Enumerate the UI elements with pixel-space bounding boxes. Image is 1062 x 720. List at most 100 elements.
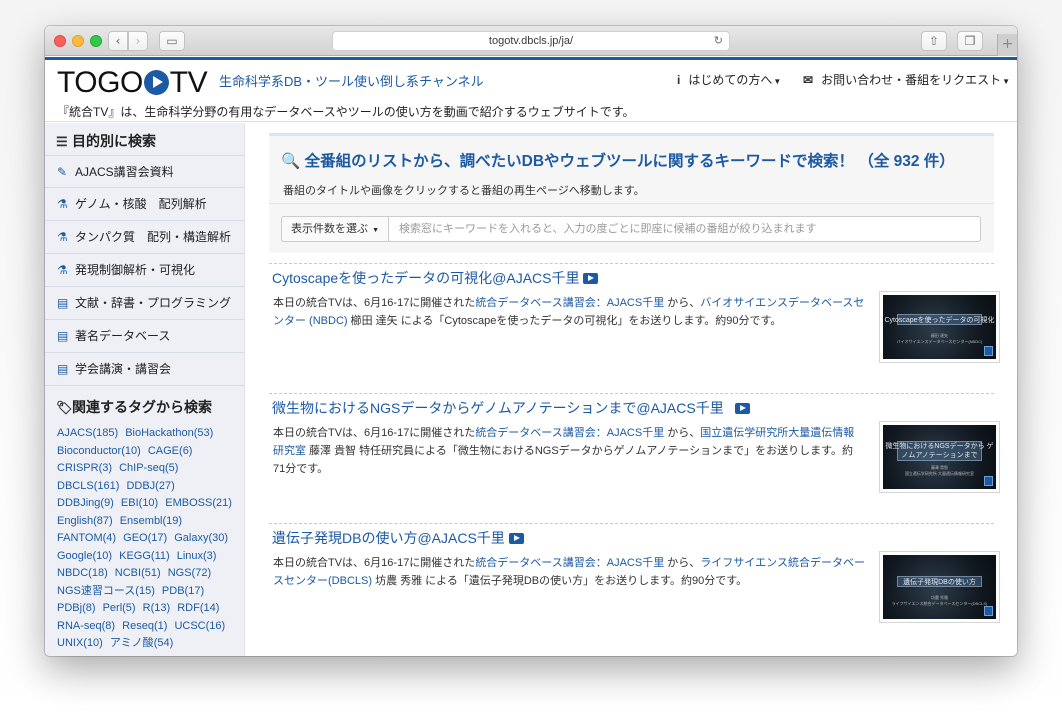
program-thumbnail[interactable]: 遺伝子発現DBの使い方 坊農 秀雅 ライフサイエンス統合データベースセンター(D… (879, 551, 1000, 623)
flask-icon: ⚗ (57, 263, 68, 277)
tag-count: (16) (205, 619, 226, 632)
search-input[interactable]: 検索窓にキーワードを入れると、入力の度ごとに即座に候補の番組が絞り込まれます (388, 216, 981, 242)
sidebar-item-literature[interactable]: ▤ 文献・辞書・プログラミング (45, 287, 245, 320)
sidebar-item-genome[interactable]: ⚗ ゲノム・核酸 配列解析 (45, 188, 245, 221)
sidebar-item-famous-db[interactable]: ▤ 著名データベース (45, 320, 245, 353)
tab-overview-button[interactable]: ❐ (957, 31, 983, 51)
program-thumbnail[interactable]: 微生物におけるNGSデータから ゲノムアノテーションまで 藤澤 貴智 国立遺伝学… (879, 421, 1000, 493)
address-bar[interactable]: togotv.dbcls.jp/ja/ ↻ (332, 31, 730, 51)
tag-link[interactable]: Google(10) (57, 548, 112, 566)
tag-count: (4) (102, 532, 117, 544)
tag-link[interactable]: FANTOM(4) (57, 530, 116, 548)
tag-link[interactable]: PDB(17) (162, 583, 204, 601)
tag-name: BioHackathon (125, 427, 194, 439)
site-header: TOGO TV 生命科学系DB・ツール使い倒し系チャンネル i はじめての方へ▼ ✉… (45, 60, 1017, 122)
tag-link[interactable]: GEO(17) (123, 530, 167, 548)
tag-name: NGS速習コース (57, 584, 136, 597)
tag-link[interactable]: DBCLS(161) (57, 478, 119, 496)
tag-link[interactable]: NGS(72) (168, 565, 211, 583)
tag-link[interactable]: AJACS(185) (57, 425, 118, 443)
tag-link[interactable]: BioHackathon(53) (125, 425, 213, 443)
minimize-window-button[interactable] (72, 35, 84, 47)
program-title-link[interactable]: 遺伝子発現DBの使い方@AJACS千里 (272, 528, 524, 548)
tag-link[interactable]: NGS速習コース(15) (57, 583, 155, 601)
tag-link[interactable]: English(87) (57, 513, 113, 531)
list-icon: ☰ (56, 134, 68, 149)
tag-link[interactable]: CRISPR(3) (57, 460, 112, 478)
tag-link[interactable]: KEGG(11) (119, 548, 170, 566)
logo-text-right: TV (169, 66, 208, 99)
tag-count: (8) (82, 602, 96, 614)
new-tab-button[interactable]: + (997, 34, 1017, 56)
back-button[interactable]: ‹ (108, 31, 128, 51)
tag-name: R (142, 602, 151, 614)
tag-link[interactable]: RDF(14) (177, 600, 219, 618)
sidebar-item-expression[interactable]: ⚗ 発現制御解析・可視化 (45, 254, 245, 287)
forward-button[interactable]: › (128, 31, 148, 51)
show-sidebar-button[interactable]: ▭ (159, 31, 185, 51)
tag-count: (161) (93, 479, 120, 492)
sidebar-item-protein[interactable]: ⚗ タンパク質 配列・構造解析 (45, 221, 245, 254)
tag-link[interactable]: DDBJ(27) (126, 478, 174, 496)
tag-link[interactable]: UCSC(16) (174, 618, 225, 636)
tag-cloud: AJACS(185) BioHackathon(53) Bioconductor… (57, 425, 241, 653)
program-title-link[interactable]: 微生物におけるNGSデータからゲノムアノテーションまで@AJACS千里 (272, 398, 750, 418)
nav-contact[interactable]: ✉ お問い合わせ・番組をリクエスト▼ (803, 71, 1010, 88)
tag-count: (21) (212, 497, 232, 509)
tag-link[interactable]: Reseq(1) (122, 618, 167, 636)
video-icon (583, 273, 599, 284)
event-link[interactable]: 統合データベース講習会：AJACS千里 (475, 557, 664, 569)
tag-count: (10) (83, 637, 103, 649)
tag-link[interactable]: CAGE(6) (148, 443, 193, 461)
tag-name: RNA-seq (57, 619, 102, 632)
event-link[interactable]: 統合データベース講習会：AJACS千里 (475, 297, 664, 309)
program-thumbnail[interactable]: Cytoscapeを使ったデータの可視化 櫛田 達矢 バイオサイエンスデータベー… (879, 291, 1000, 363)
tag-count: (87) (93, 514, 113, 527)
tag-link[interactable]: NBDC(18) (57, 565, 108, 583)
tag-count: (10) (138, 497, 159, 509)
tag-count: (5) (164, 462, 179, 474)
browser-window: ‹ › ▭ togotv.dbcls.jp/ja/ ↻ ⇧ ❐ + TOGO TV… (45, 26, 1017, 656)
tag-link[interactable]: NCBI(51) (115, 565, 161, 583)
sidebar-item-ajacs[interactable]: ✎ AJACS講習会資料 (45, 155, 245, 188)
tag-link[interactable]: RNA-seq(8) (57, 618, 115, 636)
reload-icon[interactable]: ↻ (714, 32, 723, 50)
sidebar-item-lectures[interactable]: ▤ 学会講演・講習会 (45, 353, 245, 386)
tag-count: (17) (147, 532, 168, 544)
caret-down-icon: ▼ (773, 77, 782, 86)
share-button[interactable]: ⇧ (921, 31, 947, 51)
program-title-link[interactable]: Cytoscapeを使ったデータの可視化@AJACS千里 (272, 268, 599, 288)
tag-link[interactable]: PDBj(8) (57, 600, 96, 618)
tag-count: (185) (92, 427, 119, 439)
tag-link[interactable]: EMBOSS(21) (165, 495, 232, 513)
nav-first-time[interactable]: i はじめての方へ▼ (677, 71, 781, 88)
thumbnail-image: 微生物におけるNGSデータから ゲノムアノテーションまで 藤澤 貴智 国立遺伝学… (883, 425, 996, 489)
event-link[interactable]: 統合データベース講習会：AJACS千里 (475, 427, 664, 439)
tag-link[interactable]: DDBJing(9) (57, 495, 114, 513)
per-page-dropdown[interactable]: 表示件数を選ぶ ▼ (281, 216, 389, 242)
tag-link[interactable]: アミノ酸(54) (110, 635, 173, 653)
tag-name: Perl (102, 602, 123, 614)
tag-name: English (57, 514, 94, 527)
tag-name: EBI (120, 497, 139, 509)
close-window-button[interactable] (54, 35, 66, 47)
tag-link[interactable]: ChIP-seq(5) (119, 460, 178, 478)
tag-count: (3) (203, 549, 217, 562)
tag-link[interactable]: EBI(10) (121, 495, 158, 513)
tag-link[interactable]: Bioconductor(10) (57, 443, 141, 461)
site-logo[interactable]: TOGO TV (57, 66, 208, 99)
tag-name: アミノ酸 (109, 637, 154, 649)
tag-link[interactable]: Ensembl(19) (120, 513, 182, 531)
main-content: 🔍 全番組のリストから、調べたいDBやウェブツールに関するキーワードで検索！ （… (269, 123, 1000, 656)
tag-link[interactable]: R(13) (143, 600, 171, 618)
tag-link[interactable]: UNIX(10) (57, 635, 103, 653)
search-subtitle: 番組のタイトルや画像をクリックすると番組の再生ページへ移動します。 (283, 185, 645, 197)
tag-link[interactable]: Perl(5) (103, 600, 136, 618)
tag-link[interactable]: Galaxy(30) (174, 530, 228, 548)
tag-count: (5) (122, 602, 136, 614)
tag-link[interactable]: Linux(3) (177, 548, 217, 566)
thumbnail-image: 遺伝子発現DBの使い方 坊農 秀雅 ライフサイエンス統合データベースセンター(D… (883, 555, 996, 619)
tag-count: (19) (162, 514, 183, 527)
tag-count: (13) (150, 602, 171, 614)
zoom-window-button[interactable] (90, 35, 102, 47)
